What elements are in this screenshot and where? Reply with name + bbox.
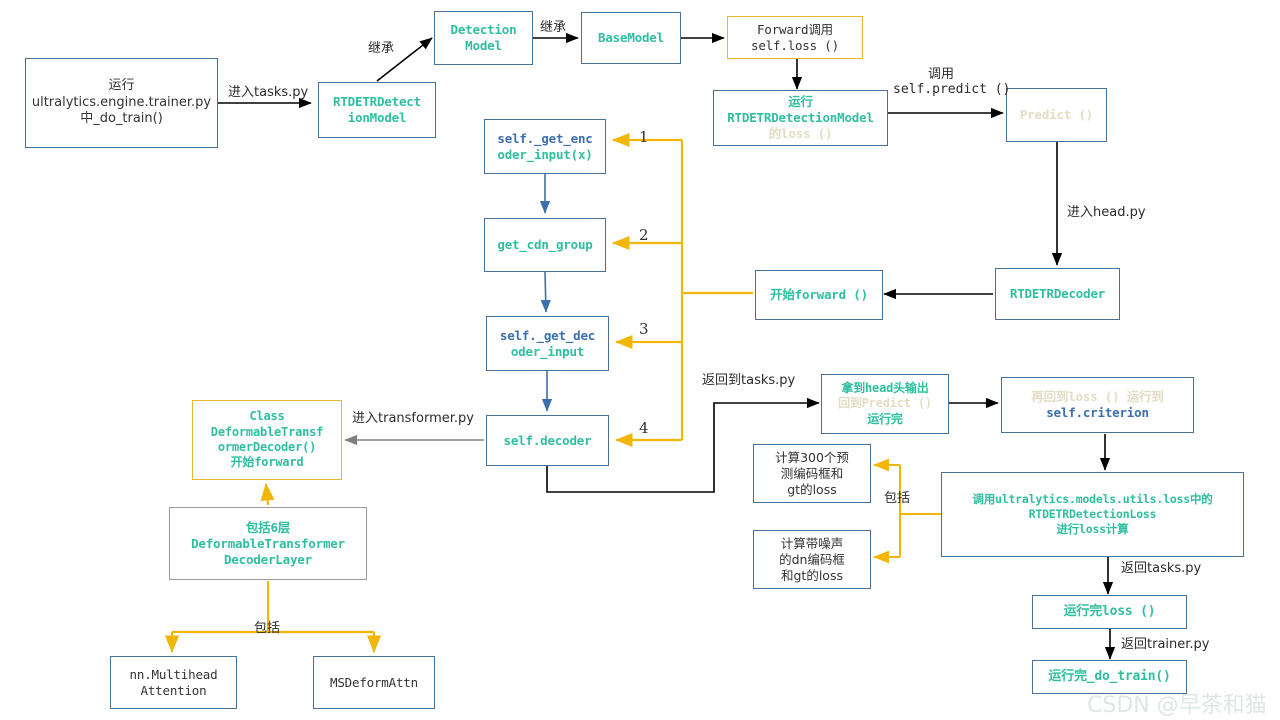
node-sixlayers-line-0: 包括6层 [245, 519, 291, 535]
node-rtdetrmodel-line-1: ionModel [347, 110, 407, 125]
node-get-encoder-input[interactable]: self._get_enc oder_input(x) [484, 119, 606, 174]
node-forwardcall-line-1: self.loss () [751, 37, 839, 53]
node-back-to-loss[interactable]: 再回到loss () 运行到 self.criterion [1001, 377, 1194, 433]
node-lossdn-line-0: 计算带噪声 [780, 535, 844, 551]
node-loss300-line-2: gt的loss [787, 481, 837, 497]
node-loss-300-boxes[interactable]: 计算300个预 测编码框和 gt的loss [753, 444, 871, 503]
node-beginforward-line-0: 开始forward () [770, 287, 868, 302]
node-classdeform-line-1: DeformableTransf [210, 424, 324, 439]
node-detectionmodel-line-0: Detection [450, 22, 517, 37]
node-call-rtdetr-detection-loss[interactable]: 调用ultralytics.models.utils.loss中的 RTDETR… [941, 472, 1244, 557]
node-detectionmodel-line-1: Model [465, 38, 502, 53]
node-traindone-line-0: 运行完_do_train() [1048, 668, 1171, 684]
node-getencoder-line-0: self._get_enc [497, 130, 593, 146]
node-calcloss-line-0: 调用ultralytics.models.utils.loss中的 [972, 492, 1213, 507]
node-backloss-line-0: 再回到loss () 运行到 [1031, 389, 1164, 404]
node-forwardcall-line-0: Forward调用 [757, 21, 833, 37]
node-runloss-line-2: 的loss () [768, 126, 833, 141]
edge-label-includes-loss: 包括 [884, 491, 911, 506]
step-number-2: 2 [639, 226, 649, 244]
node-headout-line-2: 运行完 [867, 411, 903, 426]
node-lossdn-line-1: 的dn编码框 [779, 551, 845, 567]
node-getcdngroup-line-0: get_cdn_group [497, 237, 593, 252]
node-multihead-line-0: nn.Multihead [129, 666, 218, 682]
node-calcloss-line-2: 进行loss计算 [1056, 521, 1129, 536]
node-head-output[interactable]: 拿到head头输出 回到Predict () 运行完 [821, 374, 949, 434]
node-selfdecoder-line-0: self.decoder [503, 432, 592, 448]
node-headout-line-0: 拿到head头输出 [841, 380, 929, 395]
edge-label-enter-transformer: 进入transformer.py [352, 411, 474, 426]
node-classdeform-line-0: Class [249, 409, 285, 424]
node-get-decoder-input[interactable]: self._get_dec oder_input [486, 316, 609, 371]
node-getdecoder-line-1: oder_input [510, 343, 585, 359]
edge-label-call-predict-2: self.predict () [893, 82, 1011, 97]
node-self-decoder[interactable]: self.decoder [486, 415, 609, 466]
node-trainer-line-2: 中_do_train() [80, 111, 163, 127]
node-runloss-line-1: RTDETRDetectionModel [727, 110, 874, 125]
edge-label-includes-layers: 包括 [254, 621, 281, 636]
node-class-deformable-decoder[interactable]: Class DeformableTransf ormerDecoder() 开始… [192, 400, 342, 480]
node-basemodel-line-0: BaseModel [598, 30, 664, 45]
wire-sixlayers-to-classdeform [260, 482, 275, 506]
node-classdeform-line-2: ormerDecoder() [217, 440, 317, 454]
diagram-canvas: 运行 ultralytics.engine.trainer.py 中_do_tr… [0, 0, 1280, 720]
node-sixlayers-line-2: DecoderLayer [224, 551, 312, 567]
node-six-layers[interactable]: 包括6层 DeformableTransformer DecoderLayer [169, 507, 367, 580]
node-runloss-line-0: 运行 [788, 94, 813, 109]
edge-label-return-trainer: 返回trainer.py [1121, 637, 1210, 652]
node-get-cdn-group[interactable]: get_cdn_group [484, 218, 606, 272]
node-msdeform-line-0: MSDeformAttn [330, 674, 418, 690]
wire-cdn-to-getdecoder [540, 271, 551, 313]
edge-label-enter-head: 进入head.py [1067, 205, 1146, 220]
node-calcloss-line-1: RTDETRDetectionLoss [1028, 507, 1157, 522]
node-rtdetr-detection-model[interactable]: RTDETRDetect ionModel [318, 82, 436, 138]
edge-label-call-predict-1: 调用 [928, 67, 955, 82]
node-msdeformattn[interactable]: MSDeformAttn [313, 656, 435, 709]
node-detection-model[interactable]: Detection Model [434, 11, 533, 65]
node-loss-done[interactable]: 运行完loss () [1032, 595, 1187, 629]
node-nn-multihead-attention[interactable]: nn.Multihead Attention [110, 656, 237, 709]
node-predict-line-0: Predict () [1019, 107, 1094, 122]
edge-label-inherit-2: 继承 [540, 20, 567, 35]
csdn-watermark: CSDN @早茶和猫 [1087, 693, 1267, 718]
node-lossdone-line-0: 运行完loss () [1063, 603, 1156, 619]
node-trainer-line-1: ultralytics.engine.trainer.py [31, 94, 212, 110]
node-headout-line-1: 回到Predict () [838, 396, 932, 411]
node-classdeform-line-3: 开始forward [230, 455, 304, 470]
node-getdecoder-line-0: self._get_dec [499, 327, 596, 343]
edge-label-return-tasks: 返回tasks.py [1121, 561, 1202, 576]
node-trainer[interactable]: 运行 ultralytics.engine.trainer.py 中_do_tr… [25, 58, 218, 148]
node-forward-call[interactable]: Forward调用 self.loss () [727, 16, 863, 59]
step-number-4: 4 [639, 419, 649, 437]
node-getencoder-line-1: oder_input(x) [497, 146, 593, 162]
node-loss300-line-1: 测编码框和 [780, 465, 844, 481]
node-loss-dn-boxes[interactable]: 计算带噪声 的dn编码框 和gt的loss [753, 530, 871, 589]
node-rtdetrmodel-line-0: RTDETRDetect [333, 94, 421, 109]
node-loss300-line-0: 计算300个预 [775, 449, 849, 465]
node-sixlayers-line-1: DeformableTransformer [191, 535, 345, 551]
node-base-model[interactable]: BaseModel [581, 12, 681, 64]
node-lossdn-line-2: 和gt的loss [781, 567, 843, 583]
node-predict[interactable]: Predict () [1006, 88, 1107, 142]
edge-label-return-to-tasks: 返回到tasks.py [702, 373, 796, 388]
node-multihead-line-1: Attention [140, 682, 207, 698]
step-number-1: 1 [639, 128, 649, 146]
edge-label-enter-tasks: 进入tasks.py [228, 85, 309, 100]
edge-label-inherit-1: 继承 [368, 41, 395, 56]
node-rtdetrdecoder-line-0: RTDETRDecoder [1009, 286, 1106, 301]
node-backloss-line-1: self.criterion [1046, 405, 1149, 420]
node-rtdetr-decoder[interactable]: RTDETRDecoder [995, 268, 1120, 320]
step-number-3: 3 [639, 320, 649, 338]
node-begin-forward[interactable]: 开始forward () [755, 270, 883, 320]
node-run-rtdetr-loss[interactable]: 运行 RTDETRDetectionModel 的loss () [713, 90, 888, 146]
node-trainer-line-0: 运行 [108, 78, 135, 94]
